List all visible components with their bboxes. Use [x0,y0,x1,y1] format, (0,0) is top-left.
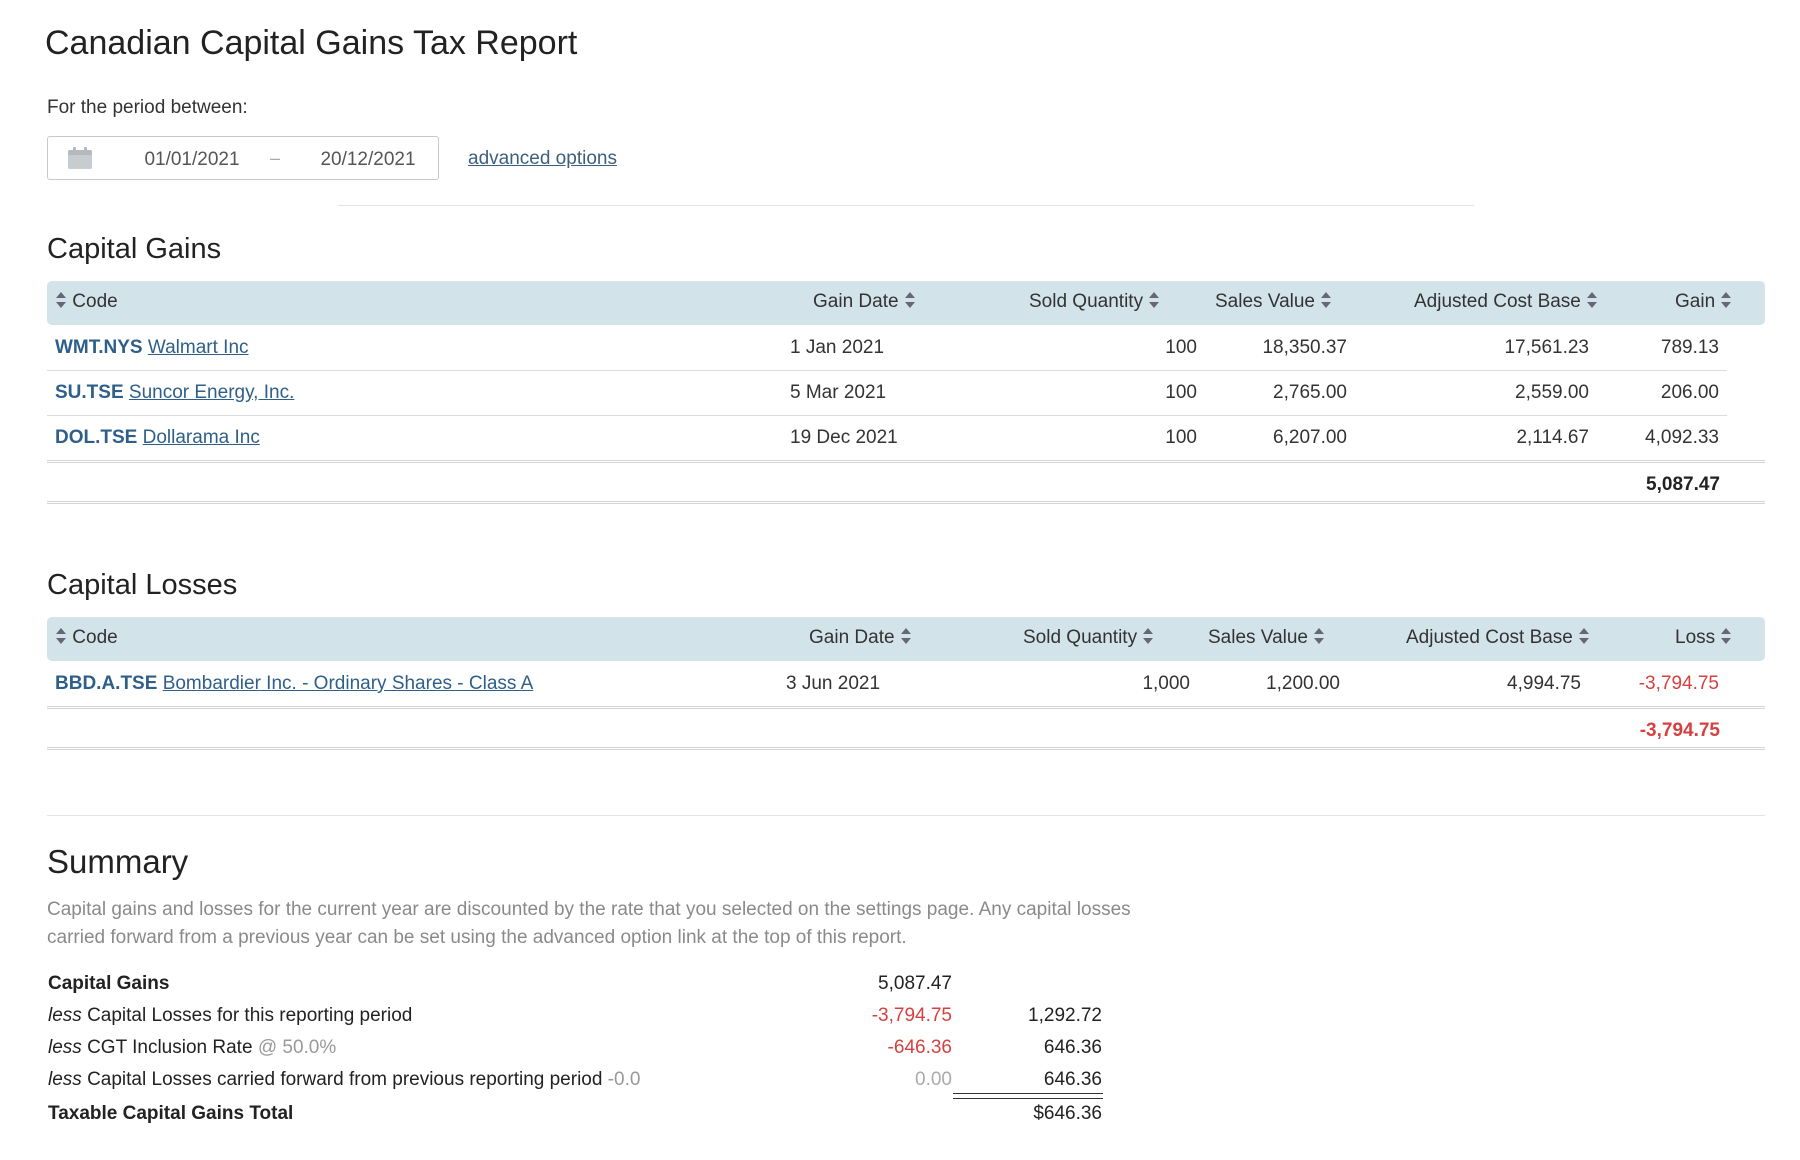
gains-total-row: 5,087.47 [47,460,1765,504]
adjusted-cost-base: 4,994.75 [1507,673,1581,694]
summary-title: Summary [47,843,189,880]
sort-icon [1149,292,1160,308]
holding-name-link[interactable]: Dollarama Inc [143,427,260,448]
summary-carried-forward-value: 0.00 [915,1069,952,1090]
losses-header-code[interactable]: Code [55,627,118,649]
sort-icon [1321,292,1332,308]
adjusted-cost-base: 2,114.67 [1516,427,1589,448]
gains-header-sales[interactable]: Sales Value [1215,291,1332,313]
losses-table-header: Code Gain Date Sold Quantity Sales Value… [47,617,1765,661]
sales-value: 18,350.37 [1262,337,1347,358]
summary-divider [47,815,1765,816]
advanced-options-link[interactable]: advanced options [468,148,617,170]
losses-header-qty[interactable]: Sold Quantity [1023,627,1154,649]
adjusted-cost-base: 17,561.23 [1504,337,1589,358]
losses-header-acb[interactable]: Adjusted Cost Base [1406,627,1590,649]
gain-value: 206.00 [1660,382,1719,403]
losses-total-row: -3,794.75 [47,706,1765,750]
summary-inclusion-running: 646.36 [1043,1037,1102,1058]
sort-icon [1721,628,1732,644]
inclusion-rate: @ 50.0% [257,1037,337,1058]
summary-total-label: Taxable Capital Gains Total [48,1103,294,1124]
losses-total: -3,794.75 [1639,720,1720,741]
gain-date: 5 Mar 2021 [790,382,887,403]
holding-code: SU.TSE [55,382,124,403]
gain-date: 3 Jun 2021 [786,673,881,694]
date-separator: – [270,148,281,168]
page-title: Canadian Capital Gains Tax Report [45,24,578,62]
summary-carried-forward-running: 646.36 [1043,1069,1102,1090]
sort-icon [1143,628,1154,644]
gains-header-date[interactable]: Gain Date [813,291,916,313]
sort-icon [56,292,66,308]
capital-gains-title: Capital Gains [47,233,222,265]
capital-losses-title: Capital Losses [47,569,238,601]
holding-code: DOL.TSE [55,427,138,448]
losses-header-loss[interactable]: Loss [1675,627,1732,649]
table-row: SU.TSE Suncor Energy, Inc. 5 Mar 2021 10… [47,370,1727,416]
losses-header-date[interactable]: Gain Date [809,627,912,649]
carried-forward-rate: -0.0 [607,1069,641,1090]
table-row: BBD.A.TSE Bombardier Inc. - Ordinary Sha… [47,661,1727,706]
summary-inclusion-label: less CGT Inclusion Rate @ 50.0% [48,1037,337,1058]
gains-header-code[interactable]: Code [55,291,118,313]
sold-quantity: 1,000 [1142,673,1190,694]
holding-code: BBD.A.TSE [55,673,158,694]
table-row: DOL.TSE Dollarama Inc 19 Dec 2021 100 6,… [47,415,1727,460]
gains-header-qty[interactable]: Sold Quantity [1029,291,1160,313]
summary-losses-value: -3,794.75 [871,1005,952,1026]
end-date-input[interactable]: 20/12/2021 [314,149,422,171]
table-row: WMT.NYS Walmart Inc 1 Jan 2021 100 18,35… [47,325,1727,371]
summary-capital-gains-value: 5,087.47 [878,973,952,994]
sort-icon [904,292,915,308]
sort-icon [1587,292,1598,308]
sort-icon [900,628,911,644]
sold-quantity: 100 [1165,382,1197,403]
summary-inclusion-value: -646.36 [887,1037,952,1058]
adjusted-cost-base: 2,559.00 [1515,382,1589,403]
start-date-input[interactable]: 01/01/2021 [138,149,246,171]
gain-value: 4,092.33 [1645,427,1719,448]
holding-name-link[interactable]: Bombardier Inc. - Ordinary Shares - Clas… [163,673,534,694]
gain-date: 19 Dec 2021 [790,427,898,448]
calendar-icon [68,147,92,169]
summary-losses-label: less Capital Losses for this reporting p… [48,1005,413,1026]
sort-icon [56,628,66,644]
summary-total-value: $646.36 [1033,1103,1102,1124]
gain-value: 789.13 [1660,337,1719,358]
summary-losses-running: 1,292.72 [1028,1005,1102,1026]
sort-icon [1721,292,1732,308]
gain-date: 1 Jan 2021 [790,337,885,358]
total-double-underline [953,1093,1103,1099]
sort-icon [1314,628,1325,644]
gains-total: 5,087.47 [1646,474,1720,495]
sales-value: 1,200.00 [1266,673,1340,694]
sort-icon [1579,628,1590,644]
gains-header-gain[interactable]: Gain [1675,291,1732,313]
holding-name-link[interactable]: Suncor Energy, Inc. [129,382,294,403]
date-range-picker[interactable]: 01/01/2021 – 20/12/2021 [47,136,439,180]
period-label: For the period between: [47,97,248,118]
losses-header-sales[interactable]: Sales Value [1208,627,1325,649]
sales-value: 2,765.00 [1273,382,1347,403]
sold-quantity: 100 [1165,427,1197,448]
summary-description: Capital gains and losses for the current… [47,899,1131,948]
gains-header-acb[interactable]: Adjusted Cost Base [1414,291,1598,313]
loss-value: -3,794.75 [1638,673,1719,694]
sales-value: 6,207.00 [1273,427,1347,448]
gains-table-header: Code Gain Date Sold Quantity Sales Value… [47,281,1765,325]
summary-carried-forward-label: less Capital Losses carried forward from… [48,1069,641,1090]
sold-quantity: 100 [1165,337,1197,358]
header-divider [338,205,1474,206]
holding-name-link[interactable]: Walmart Inc [148,337,249,358]
holding-code: WMT.NYS [55,337,143,358]
summary-capital-gains-label: Capital Gains [48,973,170,994]
